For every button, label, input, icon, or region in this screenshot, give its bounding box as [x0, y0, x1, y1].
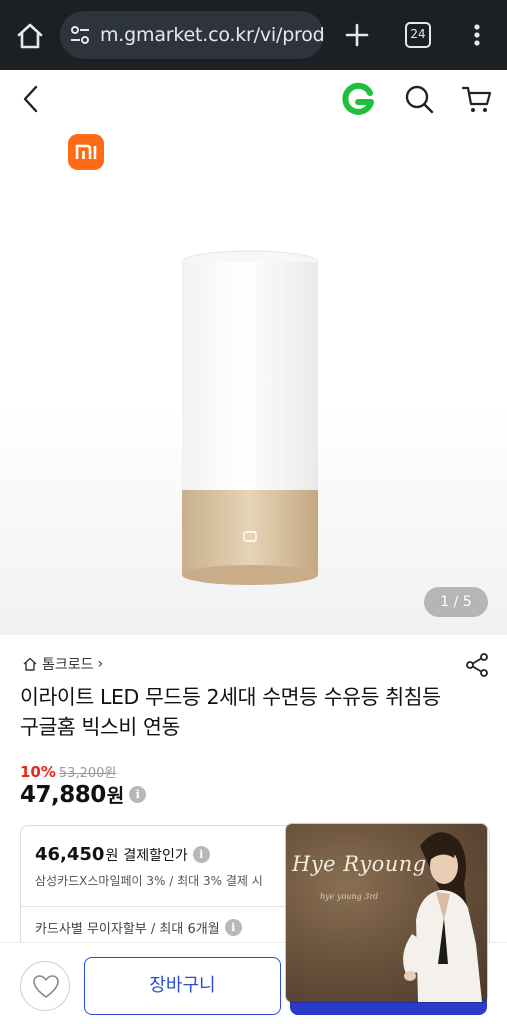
video-album-subtitle: hye young 3rd	[320, 892, 379, 901]
chevron-right-icon: ›	[97, 656, 104, 672]
lamp-product-image	[181, 250, 319, 585]
site-settings-icon[interactable]	[68, 23, 92, 47]
wishlist-button[interactable]	[20, 961, 70, 1011]
new-tab-icon[interactable]	[342, 20, 372, 50]
app-header	[0, 70, 507, 130]
shop-link[interactable]: 톰크로드 ›	[22, 654, 103, 674]
url-text[interactable]: m.gmarket.co.kr/vi/prod	[100, 23, 325, 47]
price-unit: 원	[106, 785, 125, 807]
video-thumbnail-person	[403, 832, 482, 1002]
product-image-gallery[interactable]: 1 / 5	[0, 130, 507, 635]
original-price: 53,200원	[58, 766, 117, 781]
info-icon[interactable]: i	[192, 846, 210, 863]
address-bar[interactable]: m.gmarket.co.kr/vi/prod	[60, 11, 325, 59]
share-icon[interactable]	[464, 652, 490, 678]
tab-switcher-button[interactable]: 24	[405, 22, 431, 48]
discount-rate: 10%	[20, 763, 56, 781]
discount-price: 46,450	[35, 844, 105, 865]
search-icon[interactable]	[402, 82, 436, 116]
card-discount-detail: 삼성카드X스마일페이 3% / 최대 3% 결제 시	[35, 874, 263, 888]
installment-text: 카드사별 무이자할부 / 최대 6개월	[35, 922, 220, 937]
discount-price-label: 결제할인가	[123, 847, 188, 864]
sale-price: 47,880	[20, 781, 106, 808]
discount-price-unit: 원	[105, 847, 119, 864]
home-icon[interactable]	[14, 20, 46, 52]
back-icon[interactable]	[16, 82, 46, 116]
browser-toolbar: m.gmarket.co.kr/vi/prod 24	[0, 0, 507, 70]
home-outline-icon	[23, 657, 37, 671]
info-icon[interactable]: i	[129, 786, 147, 803]
gallery-page-indicator: 1 / 5	[424, 587, 488, 617]
price-line: 47,880 원 i	[20, 781, 147, 808]
xiaomi-logo-icon	[68, 134, 104, 170]
gmarket-logo-icon[interactable]	[340, 82, 376, 118]
more-menu-icon[interactable]	[466, 20, 488, 50]
cart-icon[interactable]	[460, 82, 494, 116]
installment-info[interactable]: 카드사별 무이자할부 / 최대 6개월 i	[35, 918, 242, 937]
shop-name[interactable]: 톰크로드	[42, 654, 94, 674]
discount-line: 10% 53,200원	[20, 762, 116, 781]
payment-discount-headline: 46,450 원 결제할인가 i	[35, 844, 210, 865]
info-icon[interactable]: i	[224, 919, 242, 936]
product-title: 이라이트 LED 무드등 2세대 수면등 수유등 취침등 구글홈 빅스비 연동	[20, 685, 441, 739]
floating-video-player[interactable]: Hye Ryoung hye young 3rd	[286, 824, 487, 1002]
heart-icon	[33, 975, 59, 998]
add-to-cart-button[interactable]: 장바구니	[84, 957, 281, 1015]
